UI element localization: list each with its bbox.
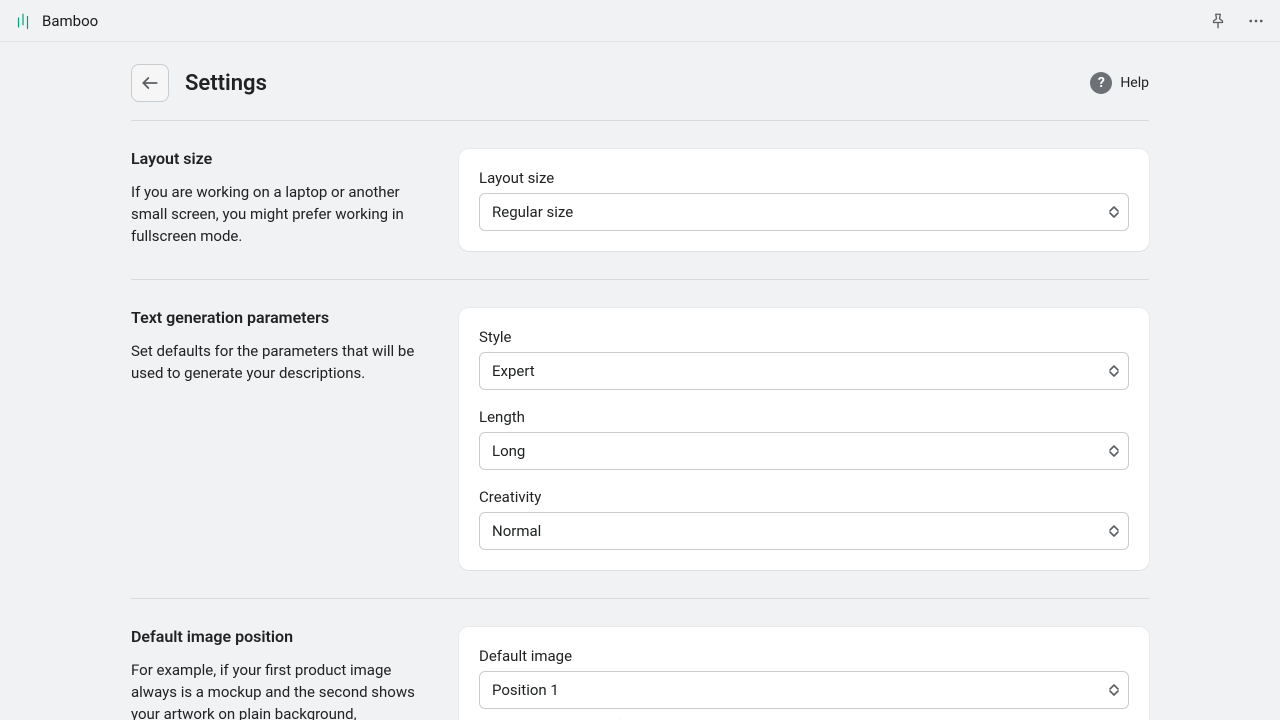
app-name: Bamboo [42,12,98,30]
help-icon: ? [1090,72,1112,94]
back-button[interactable] [131,64,169,102]
help-label: Help [1120,75,1149,91]
section-desc: If you are working on a laptop or anothe… [131,182,435,247]
card-layout-size: Layout size Regular size [459,149,1149,251]
card-text-generation: Style Expert Length [459,308,1149,570]
creativity-select[interactable]: Normal [479,512,1129,550]
pin-icon[interactable] [1208,11,1228,31]
topbar-right [1208,11,1266,31]
app-logo-icon [14,12,32,30]
section-layout-size: Layout size If you are working on a lapt… [131,120,1149,279]
field-label: Length [479,408,1129,426]
style-select[interactable]: Expert [479,352,1129,390]
field-label: Style [479,328,1129,346]
section-desc: For example, if your first product image… [131,660,435,720]
topbar-left: Bamboo [14,12,98,30]
length-select[interactable]: Long [479,432,1129,470]
section-title: Text generation parameters [131,308,435,327]
field-label: Creativity [479,488,1129,506]
help-link[interactable]: ? Help [1090,72,1149,94]
section-default-image-position: Default image position For example, if y… [131,598,1149,720]
field-label: Default image [479,647,1129,665]
section-title: Default image position [131,627,435,646]
card-default-image: Default image Position 1 Select the posi… [459,627,1149,720]
page-header: Settings ? Help [131,64,1149,120]
default-image-select[interactable]: Position 1 [479,671,1129,709]
field-label: Layout size [479,169,1129,187]
section-text-generation: Text generation parameters Set defaults … [131,279,1149,598]
page-title: Settings [185,71,267,96]
topbar: Bamboo [0,0,1280,42]
section-desc: Set defaults for the parameters that wil… [131,341,435,385]
layout-size-select[interactable]: Regular size [479,193,1129,231]
more-icon[interactable] [1246,11,1266,31]
section-title: Layout size [131,149,435,168]
